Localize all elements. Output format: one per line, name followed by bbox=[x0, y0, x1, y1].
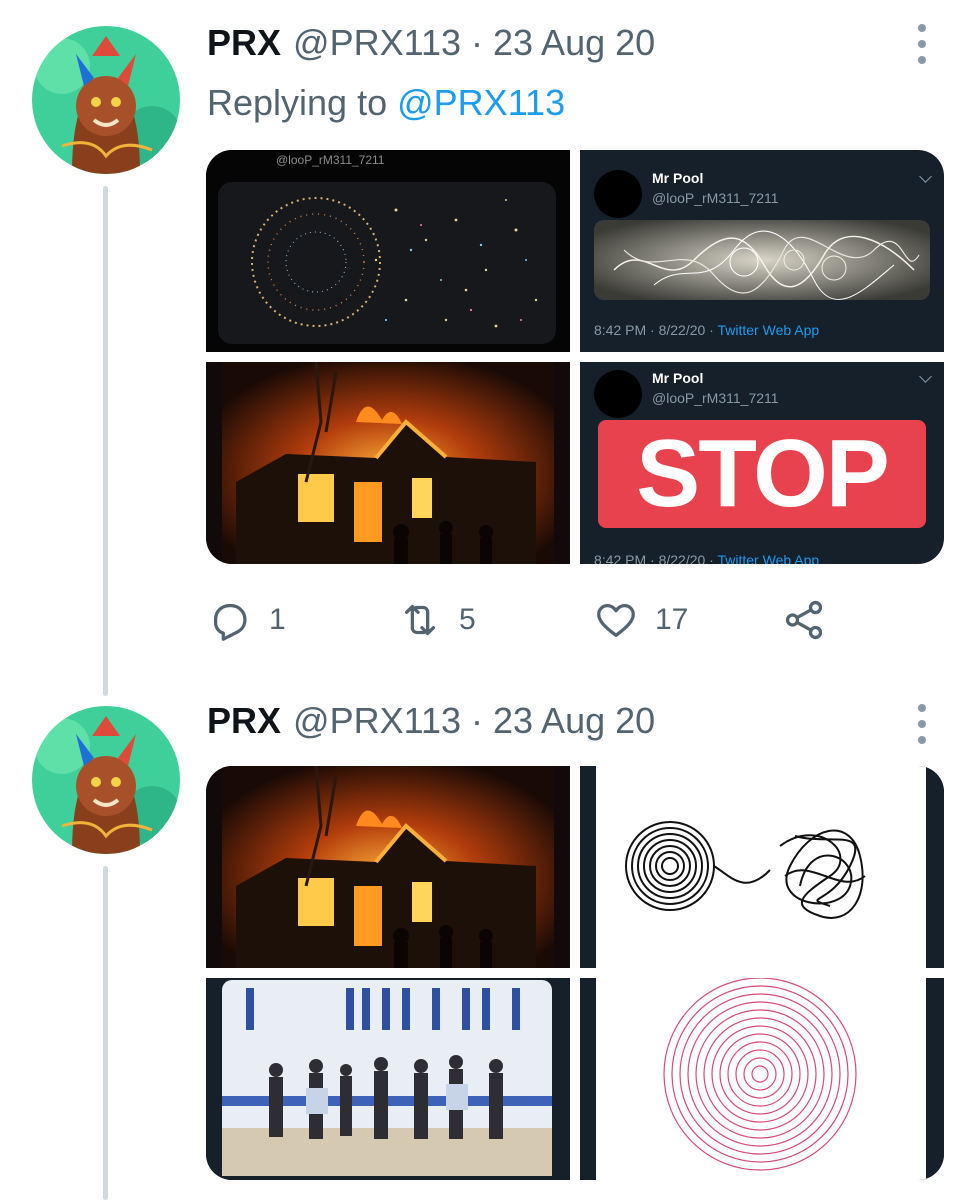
tweet[interactable]: PRX @PRX113 · 23 Aug 20 Replying to @PRX… bbox=[0, 0, 976, 690]
media-image[interactable] bbox=[580, 766, 944, 968]
sparkle-sphere-image: @looP_rM311_7211 bbox=[206, 150, 570, 352]
avatar[interactable] bbox=[32, 26, 180, 174]
embedded-name: Mr Pool bbox=[652, 170, 704, 186]
replying-to: Replying to @PRX113 bbox=[207, 82, 565, 124]
stop-sign-image: STOP bbox=[598, 420, 926, 528]
burning-house-image bbox=[206, 362, 570, 564]
embedded-time: 8:42 PM · 8/22/20 · bbox=[594, 552, 714, 564]
embedded-app: Twitter Web App bbox=[717, 322, 820, 338]
stop-text: STOP bbox=[636, 420, 890, 527]
tweet-date[interactable]: 23 Aug 20 bbox=[493, 22, 655, 64]
spiral-and-tangle-image bbox=[580, 766, 944, 968]
media-image[interactable] bbox=[206, 978, 570, 1180]
reply-icon bbox=[213, 603, 247, 641]
share-button[interactable] bbox=[781, 596, 827, 644]
reply-count: 1 bbox=[269, 603, 286, 636]
tweet-header: PRX @PRX113 · 23 Aug 20 bbox=[207, 700, 655, 744]
tweet[interactable]: PRX @PRX113 · 23 Aug 20 bbox=[0, 690, 976, 1200]
media-image[interactable]: @looP_rM311_7211 bbox=[206, 150, 570, 352]
embedded-image bbox=[594, 220, 930, 300]
like-count: 17 bbox=[655, 603, 689, 636]
author-name[interactable]: PRX bbox=[207, 22, 281, 64]
embedded-meta: 8:42 PM · 8/22/20 · Twitter Web App bbox=[594, 322, 819, 338]
tweet-actions: 1 5 17 bbox=[207, 596, 847, 644]
media-image[interactable] bbox=[580, 978, 944, 1180]
reply-button[interactable]: 1 bbox=[207, 596, 286, 644]
author-handle[interactable]: @PRX113 bbox=[293, 22, 461, 64]
author-name[interactable]: PRX bbox=[207, 700, 281, 742]
media-grid: @looP_rM311_7211 Mr Pool @looP_rM311_721… bbox=[206, 150, 944, 564]
replying-prefix: Replying to bbox=[207, 82, 388, 123]
burning-house-image bbox=[206, 766, 570, 968]
chevron-down-icon bbox=[919, 170, 932, 183]
share-icon bbox=[785, 600, 823, 640]
like-button[interactable]: 17 bbox=[593, 596, 688, 644]
like-icon bbox=[597, 603, 635, 637]
media-image[interactable] bbox=[206, 766, 570, 968]
separator: · bbox=[471, 22, 483, 63]
embedded-handle: @looP_rM311_7211 bbox=[652, 190, 779, 206]
image-watermark: @looP_rM311_7211 bbox=[276, 153, 385, 167]
pink-spiral-image bbox=[580, 978, 944, 1180]
embedded-name: Mr Pool bbox=[652, 370, 704, 386]
embedded-app: Twitter Web App bbox=[717, 552, 820, 564]
more-options-icon[interactable] bbox=[912, 704, 932, 744]
embedded-tweet[interactable]: Mr Pool @looP_rM311_7211 8:42 PM · 8/22/… bbox=[580, 150, 944, 352]
embedded-handle: @looP_rM311_7211 bbox=[652, 390, 779, 406]
embedded-time: 8:42 PM · 8/22/20 · bbox=[594, 322, 714, 338]
media-image[interactable] bbox=[206, 362, 570, 564]
embedded-tweet[interactable]: Mr Pool @looP_rM311_7211 STOP 8:42 PM · … bbox=[580, 362, 944, 564]
retweet-button[interactable]: 5 bbox=[397, 596, 476, 644]
embedded-avatar bbox=[594, 370, 642, 418]
separator: · bbox=[471, 700, 483, 741]
replying-mention[interactable]: @PRX113 bbox=[397, 82, 565, 123]
avatar[interactable] bbox=[32, 706, 180, 854]
author-handle[interactable]: @PRX113 bbox=[293, 700, 461, 742]
people-in-gym-image bbox=[206, 978, 570, 1180]
embedded-meta: 8:42 PM · 8/22/20 · Twitter Web App bbox=[594, 552, 819, 564]
tweet-date[interactable]: 23 Aug 20 bbox=[493, 700, 655, 742]
tweet-header: PRX @PRX113 · 23 Aug 20 bbox=[207, 22, 655, 66]
tangled-lines-image bbox=[594, 220, 930, 300]
retweet-icon bbox=[404, 604, 436, 636]
more-options-icon[interactable] bbox=[912, 24, 932, 64]
chevron-down-icon bbox=[919, 370, 932, 383]
embedded-avatar bbox=[594, 170, 642, 218]
retweet-count: 5 bbox=[459, 603, 476, 636]
media-grid bbox=[206, 766, 944, 1180]
